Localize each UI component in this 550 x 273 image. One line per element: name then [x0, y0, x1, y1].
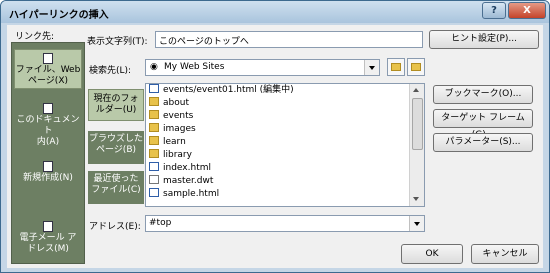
chevron-down-icon[interactable]: [364, 60, 379, 75]
tab-label: ブラウズした: [88, 134, 143, 144]
up-folder-button[interactable]: [387, 58, 405, 76]
file-name: master.dwt: [163, 176, 214, 186]
address-value: #top: [149, 218, 172, 228]
folder-icon: [149, 136, 159, 145]
search-in-value: My Web Sites: [164, 62, 225, 72]
file-list[interactable]: events/event01.html (編集中) about events i…: [145, 83, 425, 207]
list-scrollbar[interactable]: [409, 84, 424, 206]
dialog-body: リンク先: 表示文字列(T): このページのトップへ ヒント設定(P)... フ…: [7, 25, 543, 268]
file-name: images: [163, 124, 196, 134]
cancel-button[interactable]: キャンセル: [471, 244, 539, 264]
file-name: events: [163, 111, 194, 121]
link-type-label: 内(A): [36, 137, 60, 147]
link-type-label: ページ(X): [27, 76, 68, 86]
file-name: sample.html: [163, 189, 220, 199]
link-type-label: 電子メール ア: [19, 233, 77, 243]
tab-label: ページ(B): [95, 145, 137, 155]
link-type-email[interactable]: 電子メール ア ドレス(M): [14, 221, 82, 257]
link-type-label: ドレス(M): [27, 244, 69, 254]
list-item[interactable]: library: [149, 149, 192, 162]
link-type-file-web[interactable]: ファイル、Web ページ(X): [14, 49, 82, 89]
web-page-icon: [43, 53, 53, 64]
browse-file-button[interactable]: [407, 58, 425, 76]
list-item[interactable]: learn: [149, 136, 186, 149]
open-folder-icon: [411, 63, 421, 71]
display-text-field[interactable]: このページのトップへ: [155, 31, 423, 48]
tab-recent-files[interactable]: 最近使った ファイル(C): [88, 171, 144, 204]
tab-label: 現在のフォ: [93, 94, 139, 104]
list-item[interactable]: events: [149, 110, 193, 123]
title-bar: ハイパーリンクの挿入 ? X: [1, 1, 549, 23]
link-type-label: ファイル、Web: [15, 65, 81, 75]
target-frame-button[interactable]: ターゲット フレーム(G)...: [433, 109, 533, 140]
display-text-value: このページのトップへ: [159, 37, 249, 47]
link-type-this-document[interactable]: このドキュメント 内(A): [14, 103, 82, 147]
new-document-icon: [43, 161, 53, 172]
address-field[interactable]: #top: [145, 215, 425, 232]
tab-browsed-pages[interactable]: ブラウズした ページ(B): [88, 131, 144, 164]
html-file-icon: [149, 84, 159, 93]
file-name: library: [163, 150, 192, 160]
close-button[interactable]: X: [508, 2, 546, 19]
html-file-icon: [149, 162, 159, 171]
list-item[interactable]: sample.html: [149, 188, 219, 201]
bookmark-button[interactable]: ブックマーク(O)...: [433, 85, 533, 104]
file-name: about: [163, 98, 189, 108]
list-item[interactable]: events/event01.html (編集中): [149, 84, 294, 97]
folder-icon: [149, 149, 159, 158]
link-type-label: このドキュメント: [16, 115, 80, 136]
folder-icon: [149, 123, 159, 132]
ok-button[interactable]: OK: [401, 244, 463, 264]
link-type-label: 新規作成(N): [23, 173, 73, 183]
tab-label: ルダー(U): [95, 105, 137, 115]
folder-icon: [149, 110, 159, 119]
search-in-label: 検索先(L):: [89, 66, 132, 76]
link-to-label: リンク先:: [15, 32, 55, 42]
globe-icon: ◉: [150, 62, 158, 72]
list-item[interactable]: images: [149, 123, 196, 136]
tab-label: ファイル(C): [91, 185, 141, 195]
dialog-title: ハイパーリンクの挿入: [9, 10, 109, 21]
scroll-down-icon[interactable]: [412, 195, 421, 204]
file-icon: [149, 175, 159, 184]
list-item[interactable]: index.html: [149, 162, 211, 175]
hint-settings-button[interactable]: ヒント設定(P)...: [429, 30, 539, 49]
help-button[interactable]: ?: [482, 2, 506, 19]
html-file-icon: [149, 188, 159, 197]
folder-icon: [149, 97, 159, 106]
display-text-label: 表示文字列(T):: [87, 37, 148, 47]
link-type-new[interactable]: 新規作成(N): [14, 161, 82, 191]
scroll-thumb[interactable]: [412, 98, 423, 150]
file-name: events/event01.html (編集中): [163, 85, 294, 95]
address-label: アドレス(E):: [89, 222, 141, 232]
document-icon: [43, 103, 53, 114]
hyperlink-dialog: ハイパーリンクの挿入 ? X リンク先: 表示文字列(T): このページのトップ…: [0, 0, 550, 273]
list-item[interactable]: master.dwt: [149, 175, 213, 188]
chevron-down-icon[interactable]: [409, 216, 424, 231]
tab-label: 最近使った: [93, 174, 139, 184]
list-item[interactable]: about: [149, 97, 189, 110]
parameters-button[interactable]: パラメーター(S)...: [433, 133, 533, 152]
search-in-dropdown[interactable]: ◉ My Web Sites: [145, 59, 380, 76]
file-name: learn: [163, 137, 186, 147]
tab-current-folder[interactable]: 現在のフォ ルダー(U): [88, 89, 144, 121]
up-folder-icon: [391, 63, 401, 71]
link-type-bar: ファイル、Web ページ(X) このドキュメント 内(A) 新規作成(N) 電子…: [11, 42, 85, 264]
email-icon: [43, 221, 53, 232]
scroll-up-icon[interactable]: [412, 86, 421, 95]
file-name: index.html: [163, 163, 211, 173]
